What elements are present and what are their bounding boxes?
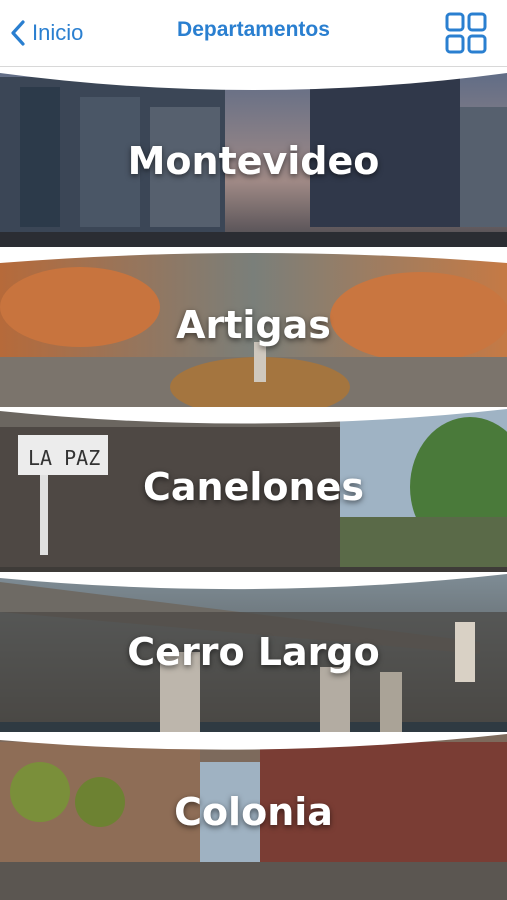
back-button-label: Inicio	[32, 20, 84, 45]
departments-list: Montevideo Artigas LA PAZ Canelones Cerr…	[0, 67, 507, 900]
navigation-bar: Inicio Departamentos	[0, 0, 507, 67]
department-name: Cerro Largo	[127, 630, 380, 674]
grid-icon	[445, 12, 487, 54]
department-name: Colonia	[174, 790, 333, 834]
department-name: Montevideo	[127, 139, 380, 183]
back-button[interactable]: Inicio	[10, 16, 83, 50]
department-card-colonia[interactable]: Colonia	[0, 732, 507, 900]
department-card-canelones[interactable]: LA PAZ Canelones	[0, 407, 507, 597]
department-card-montevideo[interactable]: Montevideo	[0, 67, 507, 257]
chevron-left-icon	[11, 20, 25, 46]
grid-view-button[interactable]	[445, 12, 487, 54]
department-name: Artigas	[176, 303, 331, 347]
department-name: Canelones	[143, 465, 364, 509]
